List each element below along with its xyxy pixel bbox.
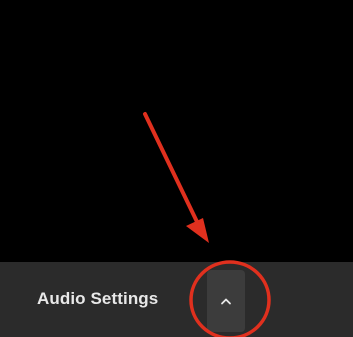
video-area [0,0,353,262]
audio-options-button[interactable] [207,270,245,332]
chevron-up-icon [221,298,231,305]
audio-settings-label[interactable]: Audio Settings [37,289,158,309]
meeting-window: Audio Settings [0,0,353,337]
